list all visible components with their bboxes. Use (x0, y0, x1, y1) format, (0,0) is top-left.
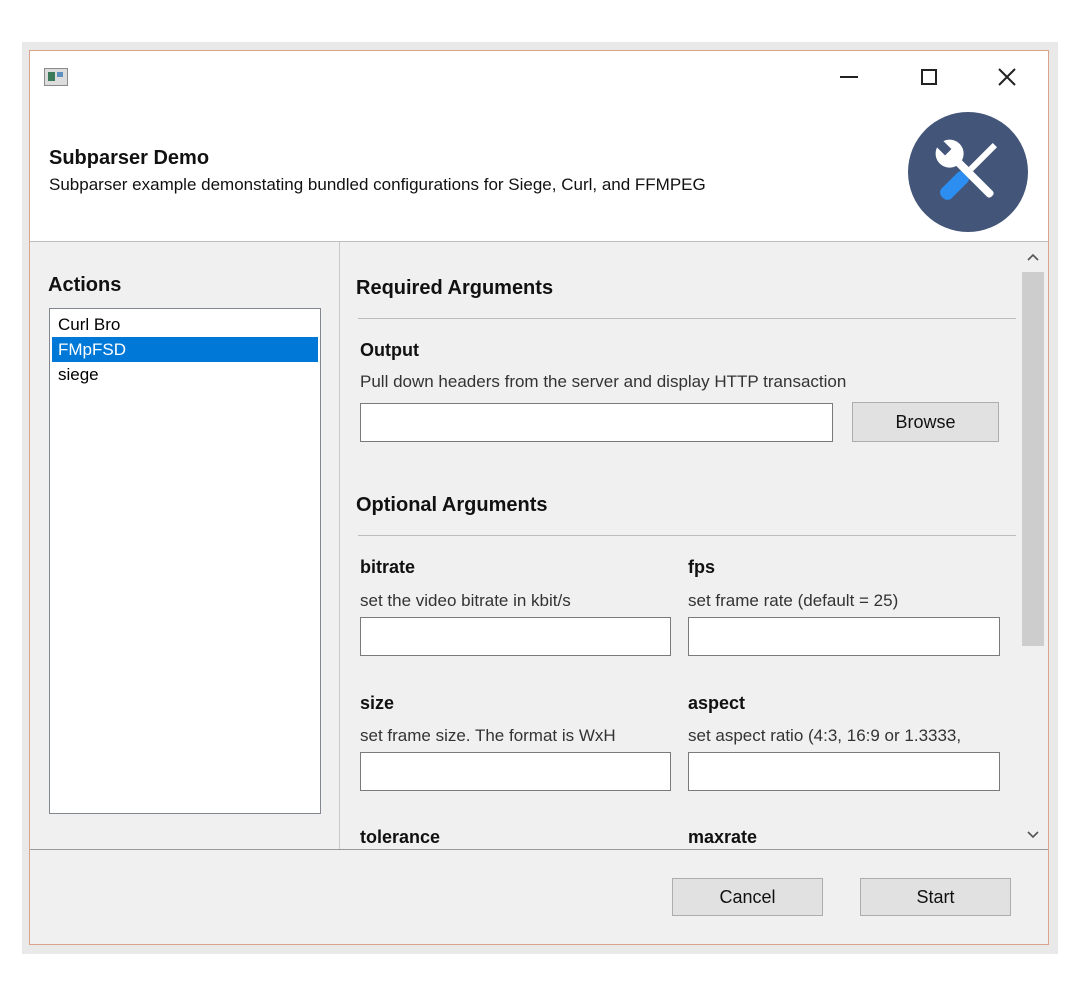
size-input[interactable] (360, 752, 671, 791)
chevron-down-icon (1027, 831, 1039, 839)
action-item-curl-bro[interactable]: Curl Bro (52, 312, 318, 337)
aspect-input[interactable] (688, 752, 1000, 791)
output-label: Output (360, 340, 419, 360)
arguments-pane: Required Arguments Output Pull down head… (340, 242, 1018, 850)
actions-panel: Actions Curl Bro FMpFSD siege (30, 242, 338, 850)
optional-divider (358, 535, 1016, 536)
minimize-icon (840, 76, 858, 78)
tolerance-label: tolerance (360, 827, 441, 847)
maximize-button[interactable] (906, 59, 952, 95)
header-title: Subparser Demo (49, 147, 210, 169)
app-window-icon (44, 68, 68, 86)
aspect-label: aspect (688, 693, 746, 713)
maximize-icon (921, 69, 937, 85)
tools-icon (908, 112, 1028, 232)
footer-divider (30, 849, 1048, 850)
browse-button[interactable]: Browse (852, 402, 999, 442)
aspect-help: set aspect ratio (4:3, 16:9 or 1.3333, (688, 726, 962, 745)
close-icon (998, 68, 1016, 86)
optional-arguments-title: Optional Arguments (356, 494, 548, 516)
cancel-button[interactable]: Cancel (672, 878, 823, 916)
scroll-down-button[interactable] (1018, 824, 1048, 846)
bitrate-input[interactable] (360, 617, 671, 656)
scroll-up-button[interactable] (1018, 246, 1048, 268)
bitrate-help: set the video bitrate in kbit/s (360, 591, 571, 610)
minimize-button[interactable] (826, 59, 872, 95)
header-description: Subparser example demonstating bundled c… (49, 175, 706, 194)
arguments-scrollbar[interactable] (1018, 242, 1048, 850)
actions-list[interactable]: Curl Bro FMpFSD siege (49, 308, 321, 814)
scroll-thumb[interactable] (1022, 272, 1044, 646)
fps-help: set frame rate (default = 25) (688, 591, 899, 610)
required-divider (358, 318, 1016, 319)
header-banner: Subparser Demo Subparser example demonst… (30, 51, 1048, 242)
close-button[interactable] (984, 59, 1030, 95)
size-help: set frame size. The format is WxH (360, 726, 616, 745)
fps-label: fps (688, 557, 715, 577)
maxrate-label: maxrate (688, 827, 758, 847)
action-item-siege[interactable]: siege (52, 362, 318, 387)
size-label: size (360, 693, 395, 713)
required-arguments-title: Required Arguments (356, 277, 554, 299)
bitrate-label: bitrate (360, 557, 416, 577)
output-help: Pull down headers from the server and di… (360, 372, 847, 391)
action-item-fmpfsd[interactable]: FMpFSD (52, 337, 318, 362)
chevron-up-icon (1027, 253, 1039, 261)
output-input[interactable] (360, 403, 833, 442)
start-button[interactable]: Start (860, 878, 1011, 916)
app-window: Subparser Demo Subparser example demonst… (29, 50, 1049, 945)
fps-input[interactable] (688, 617, 1000, 656)
actions-title: Actions (48, 274, 122, 296)
